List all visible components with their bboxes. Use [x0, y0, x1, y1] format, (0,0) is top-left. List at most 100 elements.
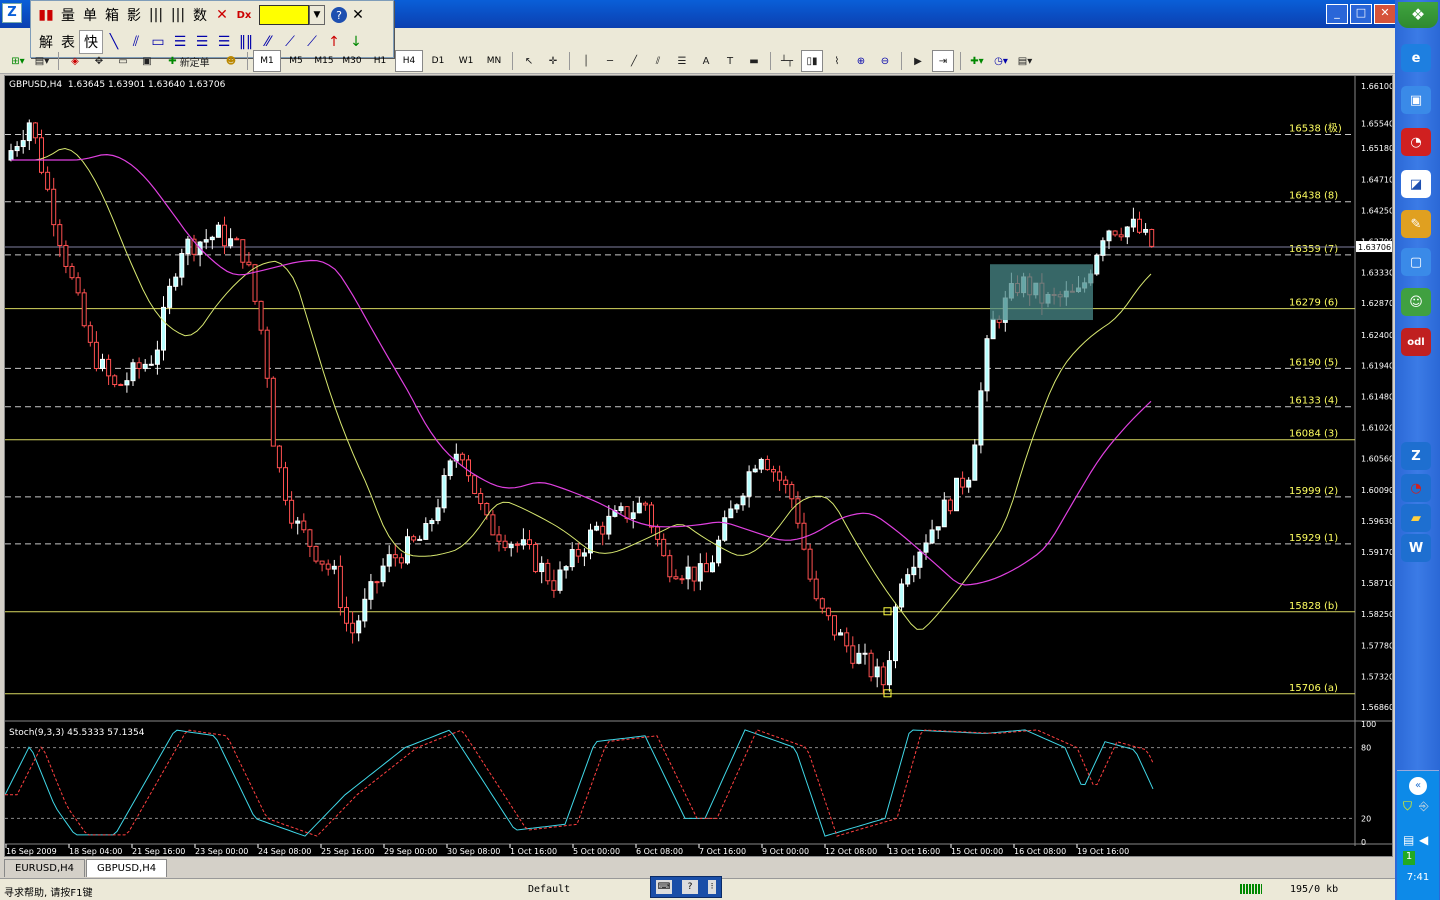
timeframe-h4[interactable]: H4: [395, 50, 423, 72]
equidistant-channel-icon[interactable]: ⫽: [648, 51, 668, 71]
profiles-icon[interactable]: ▤▾: [32, 51, 52, 71]
task-folder-icon[interactable]: ▰: [1401, 504, 1431, 532]
candle-body: [313, 545, 319, 562]
zoom-in-icon[interactable]: ⊕: [851, 51, 871, 71]
color-picker[interactable]: [259, 5, 309, 25]
input-method-icon[interactable]: 1: [1403, 851, 1415, 865]
timeframe-d1[interactable]: D1: [425, 51, 451, 71]
crosshair-icon[interactable]: ✛: [543, 51, 563, 71]
candle-body: [758, 458, 764, 470]
close-window-button[interactable]: ✕: [1374, 4, 1396, 24]
volume-icon[interactable]: ◀: [1419, 833, 1428, 847]
expert-advisors-icon[interactable]: ☻: [221, 51, 241, 71]
candle-body: [118, 384, 124, 387]
window-icon[interactable]: ▢: [1401, 248, 1431, 276]
minimize-button[interactable]: _: [1326, 4, 1348, 24]
candlestick-icon[interactable]: ▯▮: [801, 50, 823, 72]
ime-scroll-icon[interactable]: ⁝: [708, 880, 716, 894]
bars-chart-icon[interactable]: |||: [145, 4, 167, 26]
odl-icon[interactable]: odl: [1401, 328, 1431, 356]
close-panel-icon[interactable]: ✕: [347, 4, 369, 26]
candle-body: [301, 520, 307, 531]
task-metatrader-icon[interactable]: Z: [1401, 442, 1431, 470]
tab-gbpusd[interactable]: GBPUSD,H4: [86, 859, 168, 877]
timeframe-m1[interactable]: M1: [253, 50, 281, 72]
text-label-icon[interactable]: T: [720, 51, 740, 71]
stoch-tick-label: 20: [1361, 814, 1371, 823]
stoch-tick-label: 100: [1361, 720, 1376, 729]
chart-shift-icon[interactable]: ⇥: [932, 50, 954, 72]
tray-app-icon[interactable]: ▤: [1403, 833, 1414, 847]
chart-symbol-header: GBPUSD,H4 1.63645 1.63901 1.63640 1.6370…: [9, 80, 226, 90]
app-shortcut-icon[interactable]: ▣: [1401, 86, 1431, 114]
network-icon[interactable]: ⎆: [1419, 799, 1429, 814]
users-icon[interactable]: ☺: [1401, 288, 1431, 316]
vertical-line-icon[interactable]: │: [576, 51, 596, 71]
auto-scroll-icon[interactable]: ▶: [908, 51, 928, 71]
panel-btn-volume[interactable]: 量: [57, 4, 79, 26]
timeframe-m5[interactable]: M5: [283, 51, 309, 71]
templates-icon[interactable]: ▤▾: [1015, 51, 1035, 71]
chrome-like-icon[interactable]: ◔: [1401, 128, 1431, 156]
help-icon[interactable]: ?: [331, 7, 347, 23]
candle-body: [161, 306, 166, 351]
panel-btn-shadow[interactable]: 影: [123, 4, 145, 26]
timeframe-mn[interactable]: MN: [481, 51, 507, 71]
candle-body: [81, 292, 87, 327]
candle-body: [295, 520, 301, 524]
ie-icon[interactable]: e: [1401, 44, 1431, 72]
zoom-out-icon[interactable]: ⊖: [875, 51, 895, 71]
candles-icon[interactable]: ▮▮: [35, 4, 57, 26]
color-dropdown-arrow[interactable]: ▼: [309, 5, 325, 25]
text-icon[interactable]: A: [696, 51, 716, 71]
new-order-button[interactable]: ✚ 新定单: [161, 51, 217, 71]
tray-clock[interactable]: 7:41: [1397, 872, 1439, 883]
price-tick-label: 1.66100: [1361, 82, 1392, 91]
periods-icon[interactable]: ◷▾: [991, 51, 1011, 71]
timeframe-m15[interactable]: M15: [311, 51, 337, 71]
terminal-icon[interactable]: ▭: [113, 51, 133, 71]
tester-icon[interactable]: ▣: [137, 51, 157, 71]
paint-icon[interactable]: ✎: [1401, 210, 1431, 238]
maximize-button[interactable]: □: [1350, 4, 1372, 24]
fibonacci-icon[interactable]: ☰: [672, 51, 692, 71]
task-word-icon[interactable]: W: [1401, 534, 1431, 562]
candle-body: [679, 578, 685, 581]
timeframe-h1[interactable]: H1: [367, 51, 393, 71]
arrows-icon[interactable]: ▬: [744, 51, 764, 71]
ime-help-icon[interactable]: ?: [682, 880, 698, 894]
price-chart[interactable]: 16538 (极) 16438 (8) 16359 (7) 16279 (6) 1619…: [5, 76, 1392, 856]
timeframe-m30[interactable]: M30: [339, 51, 365, 71]
candle-body: [533, 543, 539, 573]
horizontal-line-icon[interactable]: ─: [600, 51, 620, 71]
tray-expand-icon[interactable]: «: [1409, 777, 1427, 795]
panel-btn-count[interactable]: 数: [189, 4, 211, 26]
panel-btn-single[interactable]: 单: [79, 4, 101, 26]
security-shield-icon[interactable]: ⛉: [1403, 799, 1412, 814]
market-watch-icon[interactable]: ◈: [65, 51, 85, 71]
keyboard-icon[interactable]: ⌨: [656, 880, 672, 894]
navigator-icon[interactable]: ✥: [89, 51, 109, 71]
new-chart-icon[interactable]: ⊞▾: [8, 51, 28, 71]
bar-chart-icon[interactable]: ┴┬: [777, 51, 797, 71]
cursor-icon[interactable]: ↖: [519, 51, 539, 71]
start-button[interactable]: ❖: [1398, 2, 1438, 28]
timeframe-w1[interactable]: W1: [453, 51, 479, 71]
task-app-icon[interactable]: ◔: [1401, 474, 1431, 502]
candle-body: [26, 122, 32, 142]
bars-chart-icon-2[interactable]: |||: [167, 4, 189, 26]
candle-body: [380, 565, 386, 583]
cross-icon[interactable]: ✕: [211, 4, 233, 26]
dx-icon[interactable]: Dx: [233, 4, 255, 26]
panel-row-1: ▮▮ 量 单 箱 影 ||| ||| 数 ✕ Dx ▼ ? ✕: [35, 3, 369, 27]
candle-body: [417, 538, 423, 541]
indicators-icon[interactable]: ✚▾: [967, 51, 987, 71]
pie-app-icon[interactable]: ◪: [1401, 170, 1431, 198]
tab-eurusd[interactable]: EURUSD,H4: [4, 859, 86, 877]
trend-line-icon[interactable]: ╱: [624, 51, 644, 71]
candle-body: [368, 581, 374, 600]
line-chart-icon[interactable]: ⌇: [827, 51, 847, 71]
candle-body: [777, 471, 783, 481]
chart-window[interactable]: 16538 (极) 16438 (8) 16359 (7) 16279 (6) 1619…: [4, 75, 1393, 857]
panel-btn-box[interactable]: 箱: [101, 4, 123, 26]
